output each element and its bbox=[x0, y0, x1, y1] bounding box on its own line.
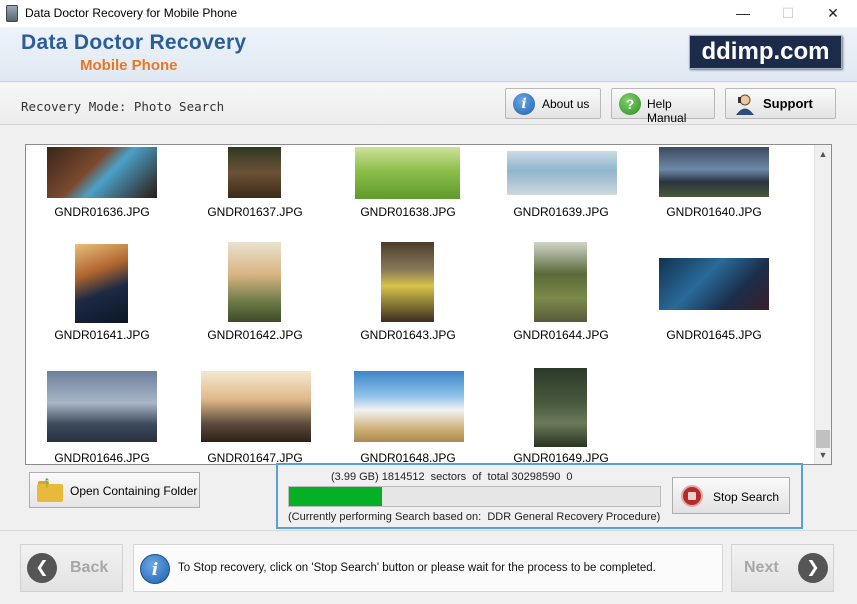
photo-thumbnail[interactable] bbox=[201, 371, 311, 442]
close-button[interactable]: ✕ bbox=[810, 0, 856, 27]
info-message: To Stop recovery, click on 'Stop Search'… bbox=[178, 562, 656, 574]
support-person-icon bbox=[734, 93, 756, 115]
photo-thumbnail[interactable] bbox=[355, 147, 460, 199]
open-containing-folder-button[interactable]: ↑ Open Containing Folder bbox=[29, 472, 200, 508]
scroll-thumb[interactable] bbox=[816, 430, 830, 448]
about-us-label: About us bbox=[542, 97, 590, 111]
stop-icon bbox=[681, 485, 703, 507]
scroll-up-icon[interactable]: ▲ bbox=[815, 146, 831, 163]
title-bar: Data Doctor Recovery for Mobile Phone — … bbox=[0, 0, 857, 27]
window-title: Data Doctor Recovery for Mobile Phone bbox=[25, 6, 238, 20]
brand-subtitle: Mobile Phone bbox=[80, 57, 178, 74]
folder-icon: ↑ bbox=[37, 474, 63, 502]
search-method-status: (Currently performing Search based on: D… bbox=[288, 511, 661, 523]
support-label: Support bbox=[763, 96, 813, 111]
recovery-mode-label: Recovery Mode: Photo Search bbox=[21, 99, 225, 114]
brand-title: Data Doctor Recovery bbox=[21, 31, 247, 54]
back-button: ❮ Back bbox=[20, 544, 123, 592]
search-progress-bar bbox=[288, 486, 661, 507]
info-icon: i bbox=[140, 554, 170, 584]
photo-filename: GNDR01643.JPG bbox=[360, 328, 456, 342]
minimize-button[interactable]: — bbox=[720, 0, 766, 27]
photo-thumbnail[interactable] bbox=[534, 242, 587, 322]
photo-thumbnail[interactable] bbox=[507, 151, 617, 195]
photo-thumbnail[interactable] bbox=[381, 242, 434, 322]
info-panel: i To Stop recovery, click on 'Stop Searc… bbox=[133, 544, 723, 592]
photo-filename: GNDR01642.JPG bbox=[207, 328, 303, 342]
photo-filename: GNDR01644.JPG bbox=[513, 328, 609, 342]
photo-filename: GNDR01637.JPG bbox=[207, 205, 303, 219]
search-progress-panel: (3.99 GB) 1814512 sectors of total 30298… bbox=[276, 463, 803, 529]
photo-gallery[interactable]: GNDR01636.JPG GNDR01637.JPG GNDR01638.JP… bbox=[25, 144, 832, 465]
scroll-down-icon[interactable]: ▼ bbox=[815, 447, 831, 464]
help-icon: ? bbox=[619, 93, 641, 115]
gallery-scrollbar[interactable]: ▲ ▼ bbox=[814, 145, 831, 464]
photo-thumbnail[interactable] bbox=[47, 371, 157, 442]
photo-filename: GNDR01646.JPG bbox=[54, 451, 150, 465]
next-label: Next bbox=[744, 559, 779, 576]
stop-search-button[interactable]: Stop Search bbox=[672, 477, 790, 514]
next-arrow-icon: ❯ bbox=[798, 553, 828, 583]
photo-thumbnail[interactable] bbox=[659, 147, 769, 197]
photo-filename: GNDR01640.JPG bbox=[666, 205, 762, 219]
photo-filename: GNDR01645.JPG bbox=[666, 328, 762, 342]
info-icon: i bbox=[513, 93, 535, 115]
open-folder-label: Open Containing Folder bbox=[70, 484, 198, 498]
photo-thumbnail[interactable] bbox=[228, 242, 281, 322]
brand-header: Data Doctor Recovery Mobile Phone ddimp.… bbox=[0, 27, 857, 82]
photo-thumbnail[interactable] bbox=[534, 368, 587, 447]
toolbar: Recovery Mode: Photo Search i About us ?… bbox=[0, 83, 857, 125]
about-us-button[interactable]: i About us bbox=[505, 88, 601, 119]
back-arrow-icon: ❮ bbox=[27, 553, 57, 583]
help-manual-button[interactable]: ? Help Manual bbox=[611, 88, 715, 125]
site-logo[interactable]: ddimp.com bbox=[689, 35, 842, 69]
photo-thumbnail[interactable] bbox=[47, 147, 157, 198]
photo-filename: GNDR01639.JPG bbox=[513, 205, 609, 219]
photo-thumbnail[interactable] bbox=[354, 371, 464, 442]
sectors-status: (3.99 GB) 1814512 sectors of total 30298… bbox=[331, 471, 573, 483]
photo-thumbnail[interactable] bbox=[75, 244, 128, 323]
help-manual-label: Help Manual bbox=[647, 97, 687, 125]
maximize-button: ☐ bbox=[781, 5, 795, 21]
phone-app-icon bbox=[6, 5, 18, 22]
stop-search-label: Stop Search bbox=[713, 490, 780, 504]
support-button[interactable]: Support bbox=[725, 88, 836, 119]
photo-filename: GNDR01636.JPG bbox=[54, 205, 150, 219]
photo-thumbnail[interactable] bbox=[659, 258, 769, 310]
photo-thumbnail[interactable] bbox=[228, 147, 281, 198]
photo-filename: GNDR01638.JPG bbox=[360, 205, 456, 219]
next-button: Next ❯ bbox=[731, 544, 834, 592]
photo-filename: GNDR01641.JPG bbox=[54, 328, 150, 342]
back-label: Back bbox=[70, 559, 109, 576]
search-progress-fill bbox=[289, 487, 382, 506]
